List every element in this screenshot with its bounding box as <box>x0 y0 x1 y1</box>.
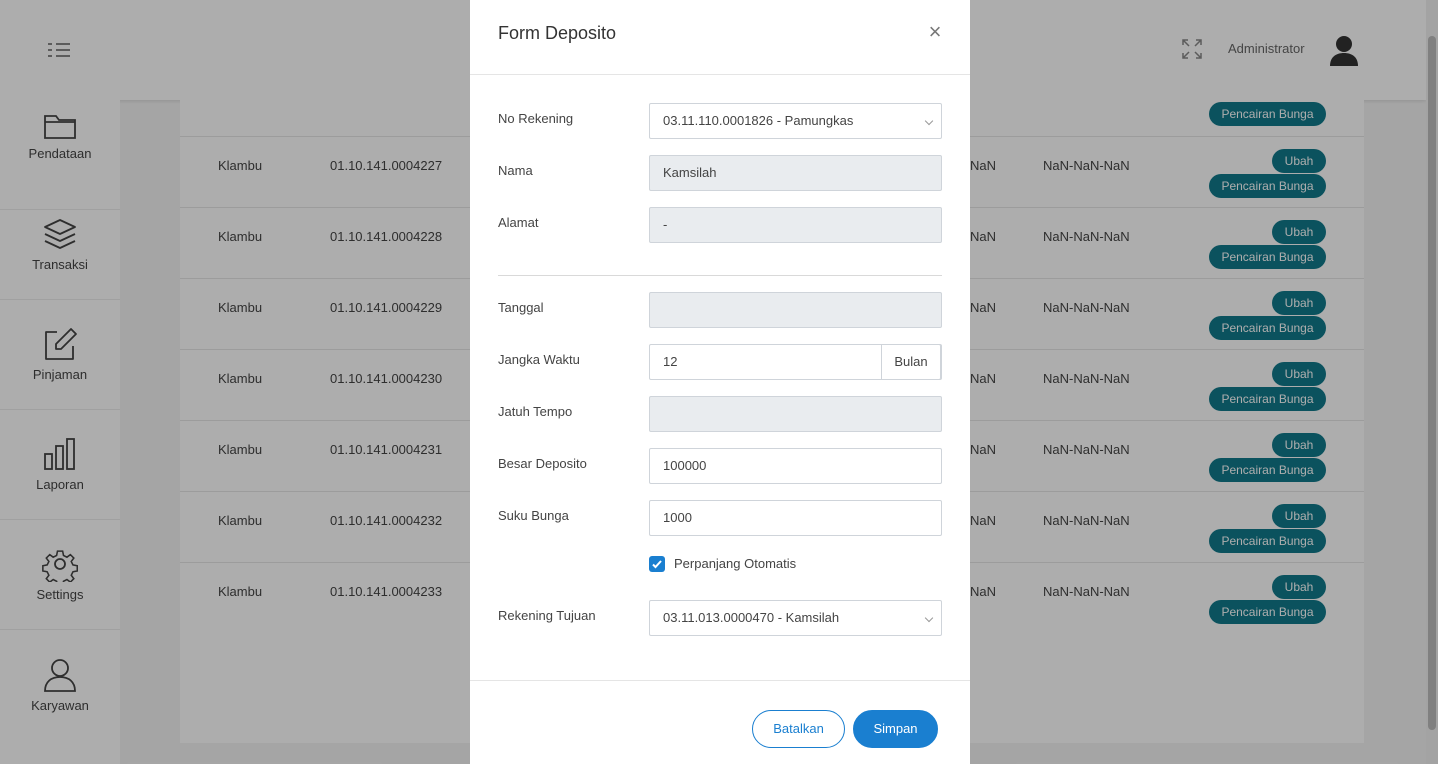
no-rekening-select[interactable]: 03.11.110.0001826 - Pamungkas <box>649 103 942 139</box>
alamat-value: - <box>663 217 668 232</box>
suku-bunga-label: Suku Bunga <box>498 508 569 523</box>
alamat-label: Alamat <box>498 215 539 230</box>
chevron-down-icon <box>924 116 934 126</box>
form-divider <box>498 275 942 276</box>
jangka-waktu-unit: Bulan <box>881 344 941 380</box>
modal-footer: Batalkan Simpan <box>470 680 970 764</box>
suku-bunga-value: 1000 <box>663 510 692 525</box>
suku-bunga-input[interactable]: 1000 <box>649 500 942 536</box>
modal-header: Form Deposito × <box>470 0 970 75</box>
check-icon <box>652 560 662 569</box>
perpanjang-otomatis-label[interactable]: Perpanjang Otomatis <box>674 556 796 571</box>
rekening-tujuan-value: 03.11.013.0000470 - Kamsilah <box>663 610 840 625</box>
no-rekening-value: 03.11.110.0001826 - Pamungkas <box>663 113 854 128</box>
besar-deposito-label: Besar Deposito <box>498 456 587 471</box>
no-rekening-label: No Rekening <box>498 111 574 126</box>
besar-deposito-value: 100000 <box>663 458 707 473</box>
alamat-field: - <box>649 207 942 243</box>
besar-deposito-input[interactable]: 100000 <box>649 448 942 484</box>
jangka-waktu-label: Jangka Waktu <box>498 352 580 367</box>
deposit-form-modal: Form Deposito × No Rekening 03.11.110.00… <box>470 0 970 764</box>
rekening-tujuan-label: Rekening Tujuan <box>498 608 596 623</box>
jangka-waktu-value: 12 <box>663 354 678 369</box>
nama-label: Nama <box>498 163 533 178</box>
nama-field: Kamsilah <box>649 155 942 191</box>
tanggal-field[interactable] <box>649 292 942 328</box>
jangka-waktu-input[interactable]: 12 Bulan <box>649 344 942 380</box>
jatuh-tempo-label: Jatuh Tempo <box>498 404 573 419</box>
close-icon[interactable]: × <box>924 20 946 44</box>
jatuh-tempo-field <box>649 396 942 432</box>
chevron-down-icon <box>924 613 934 623</box>
perpanjang-otomatis-checkbox[interactable] <box>649 556 665 572</box>
cancel-button[interactable]: Batalkan <box>752 710 845 748</box>
rekening-tujuan-select[interactable]: 03.11.013.0000470 - Kamsilah <box>649 600 942 636</box>
modal-title: Form Deposito <box>498 23 617 43</box>
tanggal-label: Tanggal <box>498 300 544 315</box>
save-button[interactable]: Simpan <box>853 710 938 748</box>
nama-value: Kamsilah <box>663 165 717 180</box>
